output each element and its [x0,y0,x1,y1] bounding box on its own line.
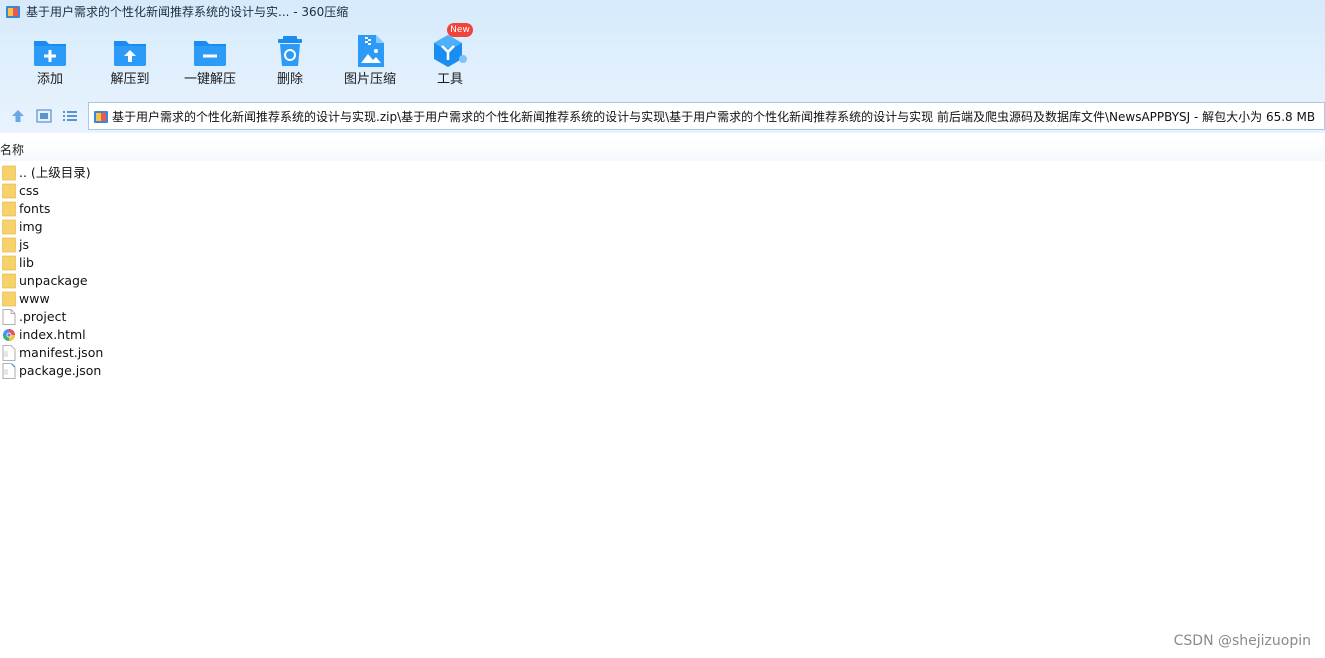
list-item-css[interactable]: css [0,182,200,200]
tools-icon [434,35,467,67]
name-column-header[interactable]: 名称 [0,142,24,158]
add-button[interactable]: 添加 [30,31,70,91]
file-name: www [19,291,50,306]
json-file-icon [2,363,16,379]
address-bar[interactable]: 基于用户需求的个性化新闻推荐系统的设计与实现.zip\基于用户需求的个性化新闻推… [88,102,1325,130]
archive-icon [94,111,108,123]
list-item-parent-dir[interactable]: .. (上级目录) [0,164,200,182]
extract-to-label: 解压到 [110,72,150,87]
file-name: lib [19,255,34,270]
thumbnail-view-icon[interactable] [36,108,52,124]
file-name: img [19,219,43,234]
json-file-icon [2,345,16,361]
file-name: unpackage [19,273,88,288]
folder-icon [2,255,16,271]
extract-to-button[interactable]: 解压到 [106,31,154,91]
file-name: manifest.json [19,345,104,360]
delete-button[interactable]: 删除 [270,31,310,91]
tools-label: 工具 [436,72,463,87]
window-title: 基于用户需求的个性化新闻推荐系统的设计与实... - 360压缩 [26,5,349,19]
up-arrow-icon[interactable] [10,108,26,124]
image-compress-icon [358,35,384,67]
file-name: .. (上级目录) [19,165,91,180]
list-item-fonts[interactable]: fonts [0,200,200,218]
new-badge: New [447,23,473,37]
list-view-icon[interactable] [62,108,78,124]
folder-icon [2,219,16,235]
list-item-img[interactable]: img [0,218,200,236]
tools-button[interactable]: New 工具 [430,23,473,91]
add-label: 添加 [36,72,63,87]
file-name: .project [19,309,67,324]
list-item-index-html[interactable]: index.html [0,326,200,344]
file-name: css [19,183,39,198]
column-header: 名称 [0,139,1325,161]
delete-icon [278,36,302,66]
title-bar: 基于用户需求的个性化新闻推荐系统的设计与实... - 360压缩 [0,0,1325,24]
folder-icon [2,273,16,289]
list-item-js[interactable]: js [0,236,200,254]
watermark: CSDN @shejizuopin [1173,633,1311,649]
file-name: index.html [19,327,86,342]
file-icon [2,309,16,325]
address-path: 基于用户需求的个性化新闻推荐系统的设计与实现.zip\基于用户需求的个性化新闻推… [112,110,1316,124]
archive-app-icon [6,6,20,18]
address-row: 基于用户需求的个性化新闻推荐系统的设计与实现.zip\基于用户需求的个性化新闻推… [0,101,1325,131]
html-file-icon [3,329,15,341]
folder-icon [2,165,16,181]
folder-icon [2,183,16,199]
one-click-extract-icon [194,41,226,66]
file-name: package.json [19,363,102,378]
file-name: js [19,237,29,252]
delete-label: 删除 [276,72,303,87]
image-compress-button[interactable]: 图片压缩 [343,31,397,91]
one-click-extract-label: 一键解压 [183,72,236,87]
folder-icon [2,237,16,253]
list-item-www[interactable]: www [0,290,200,308]
folder-icon [2,291,16,307]
list-item-lib[interactable]: lib [0,254,200,272]
image-compress-label: 图片压缩 [343,72,396,87]
list-item-project[interactable]: .project [0,308,200,326]
list-item-unpackage[interactable]: unpackage [0,272,200,290]
list-item-package-json[interactable]: package.json [0,362,200,380]
add-folder-icon [34,41,66,66]
top-area: 基于用户需求的个性化新闻推荐系统的设计与实... - 360压缩 添加 解压到 … [0,0,1325,133]
extract-to-icon [114,41,146,66]
folder-icon [2,201,16,217]
one-click-extract-button[interactable]: 一键解压 [182,31,238,91]
file-name: fonts [19,201,51,216]
list-item-manifest-json[interactable]: manifest.json [0,344,200,362]
